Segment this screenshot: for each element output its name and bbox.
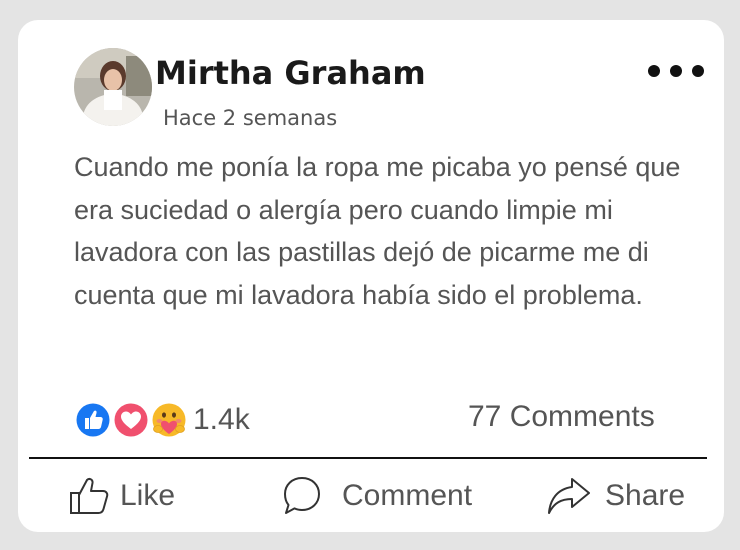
like-button[interactable]: Like (68, 472, 175, 520)
like-label: Like (120, 479, 176, 512)
care-reaction-icon (151, 402, 187, 438)
avatar[interactable] (74, 48, 152, 126)
divider (29, 457, 707, 459)
share-button[interactable]: Share (546, 472, 685, 520)
reactions-count: 1.4k (193, 403, 250, 436)
thumbs-up-icon (70, 478, 109, 514)
author-name[interactable]: Mirtha Graham (155, 54, 426, 92)
love-reaction-icon (113, 402, 149, 438)
post-text: Cuando me ponía la ropa me picaba yo pen… (74, 152, 681, 310)
like-reaction-icon (75, 402, 111, 438)
comment-label: Comment (342, 479, 473, 512)
share-label: Share (605, 479, 686, 512)
share-arrow-icon (548, 478, 590, 514)
comment-button[interactable]: Comment (282, 472, 472, 520)
comment-bubble-icon (284, 477, 320, 514)
more-options-button[interactable] (640, 56, 712, 86)
post-card: Mirtha Graham Hace 2 semanas Cuando me p… (18, 20, 724, 532)
reactions-summary[interactable]: 1.4k (73, 400, 250, 440)
more-dots-icon (648, 65, 704, 77)
post-timestamp[interactable]: Hace 2 semanas (163, 106, 337, 130)
avatar-photo (74, 48, 152, 126)
comments-count-link[interactable]: 77 Comments (468, 400, 655, 434)
